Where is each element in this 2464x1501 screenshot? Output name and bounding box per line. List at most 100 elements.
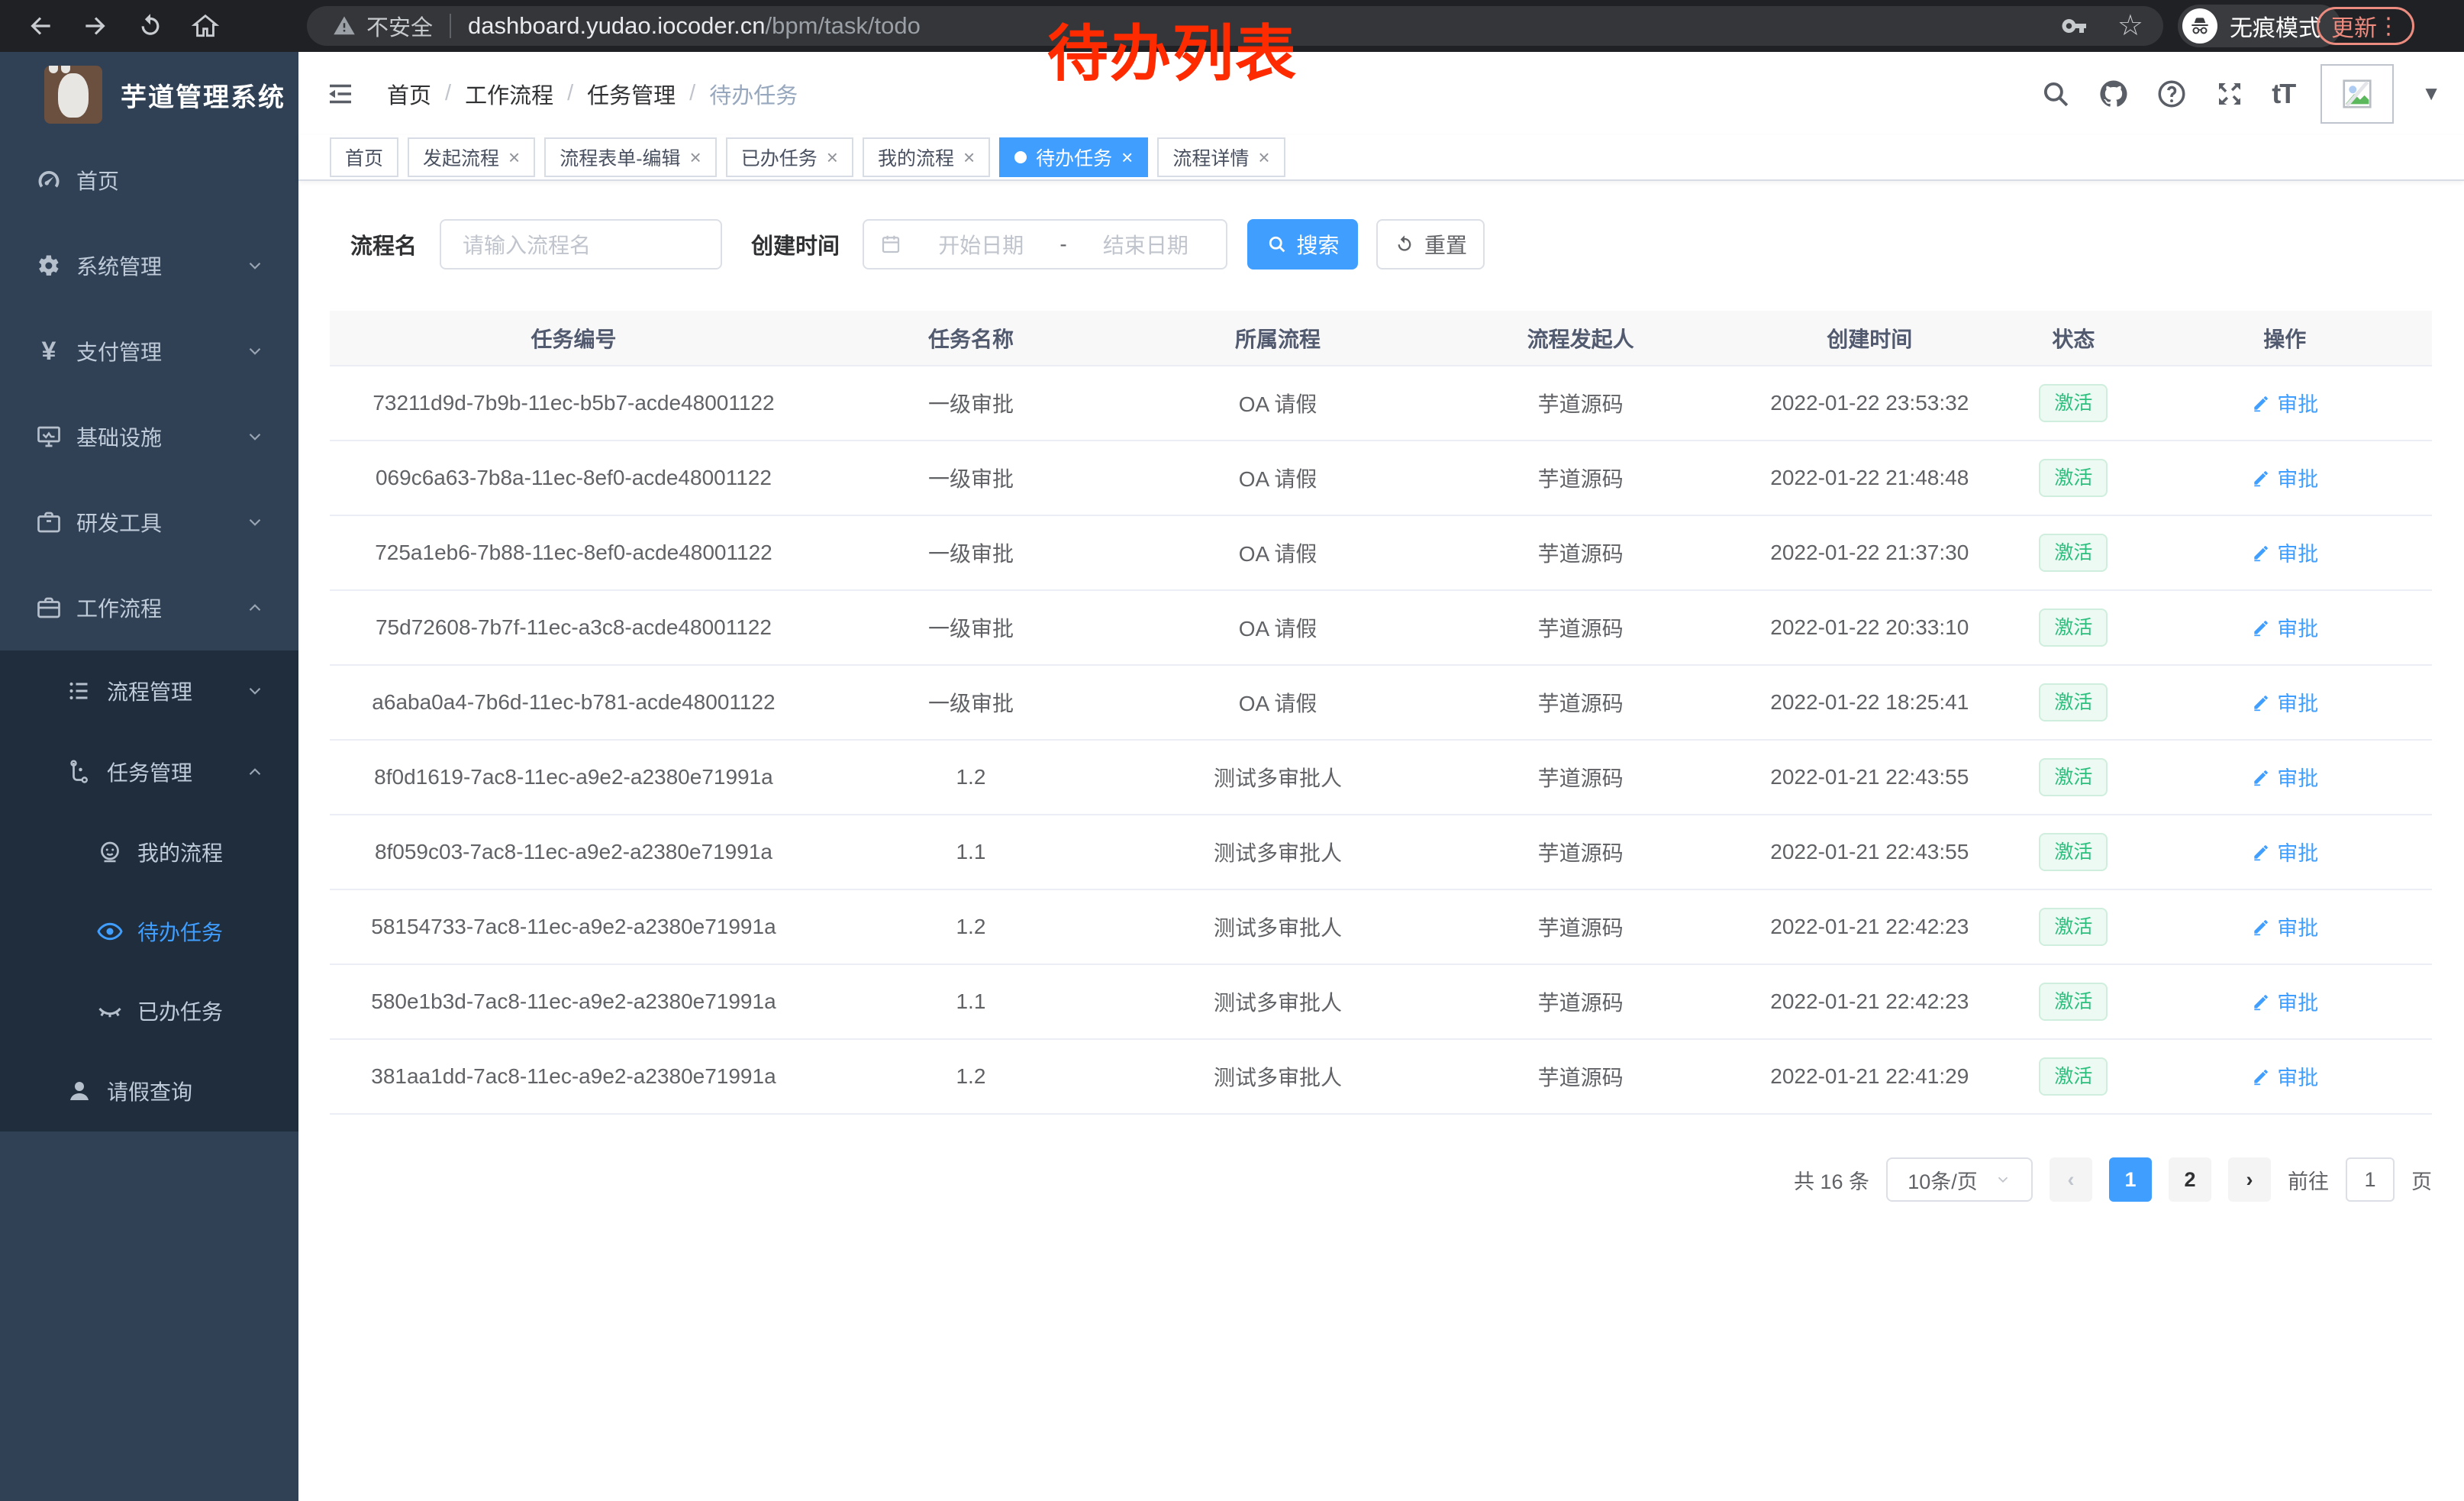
end-date-placeholder[interactable]: 结束日期	[1081, 229, 1211, 260]
sidebar-item-home[interactable]: 首页	[0, 137, 298, 223]
approve-button[interactable]: 审批	[2251, 612, 2318, 642]
cell-actions: 审批	[2137, 366, 2432, 441]
cell-process: 测试多审批人	[1124, 964, 1431, 1039]
text-size-icon[interactable]: tT	[2272, 78, 2295, 110]
password-key-icon[interactable]	[2061, 12, 2088, 40]
sidebar-item-dev-tools[interactable]: 研发工具	[0, 479, 298, 565]
cell-task-name: 1.2	[818, 1039, 1124, 1114]
home-icon[interactable]	[191, 11, 220, 40]
edit-pen-icon	[2251, 468, 2271, 488]
page-button-1[interactable]: 1	[2109, 1157, 2152, 1202]
cell-actions: 审批	[2137, 815, 2432, 889]
close-icon[interactable]: ×	[1121, 146, 1133, 169]
forward-icon[interactable]	[81, 11, 110, 40]
tab-todo-task[interactable]: 待办任务×	[999, 137, 1148, 177]
sidebar-item-pay[interactable]: ¥ 支付管理	[0, 308, 298, 394]
status-badge: 激活	[2039, 833, 2108, 871]
approve-button[interactable]: 审批	[2251, 1061, 2318, 1091]
date-range-input[interactable]: 开始日期 - 结束日期	[863, 219, 1227, 270]
status-badge: 激活	[2039, 459, 2108, 497]
cell-task-name: 一级审批	[818, 366, 1124, 441]
sidebar-item-task-mgmt[interactable]: 任务管理	[0, 731, 298, 812]
tab-process-detail[interactable]: 流程详情×	[1157, 137, 1285, 177]
sidebar-item-workflow[interactable]: 工作流程	[0, 565, 298, 650]
fullscreen-icon[interactable]	[2214, 78, 2246, 110]
sidebar-collapse-icon[interactable]	[324, 78, 356, 110]
process-name-label: 流程名	[350, 228, 417, 260]
breadcrumb-task-mgmt[interactable]: 任务管理	[587, 78, 676, 110]
create-time-label: 创建时间	[751, 228, 840, 260]
close-icon[interactable]: ×	[827, 146, 838, 169]
approve-button[interactable]: 审批	[2251, 837, 2318, 867]
cell-process: 测试多审批人	[1124, 815, 1431, 889]
table-row: 73211d9d-7b9b-11ec-b5b7-acde48001122 一级审…	[330, 366, 2432, 441]
cell-create-time: 2022-01-21 22:43:55	[1730, 740, 2009, 815]
page-size-select[interactable]: 10条/页	[1886, 1157, 2033, 1202]
security-warning-icon[interactable]	[333, 15, 356, 37]
sidebar-item-my-process[interactable]: 我的流程	[0, 812, 298, 892]
sidebar-item-infra[interactable]: 基础设施	[0, 394, 298, 479]
workflow-submenu: 流程管理 任务管理 我的流程 待办任务	[0, 650, 298, 1131]
prev-page-button[interactable]: ‹	[2050, 1157, 2092, 1202]
browser-update-button[interactable]: 更新 ⋮	[2317, 7, 2414, 45]
search-button[interactable]: 搜索	[1247, 219, 1358, 270]
bookmark-star-icon[interactable]: ☆	[2117, 11, 2143, 40]
url-host[interactable]: dashboard.yudao.iocoder.cn	[468, 12, 766, 40]
goto-page-input[interactable]: 1	[2346, 1157, 2395, 1202]
cell-actions: 审批	[2137, 590, 2432, 665]
search-icon	[1266, 234, 1288, 255]
sidebar-item-system[interactable]: 系统管理	[0, 223, 298, 308]
sidebar-item-leave-query[interactable]: 请假查询	[0, 1051, 298, 1131]
tab-done-task[interactable]: 已办任务×	[726, 137, 853, 177]
tab-home[interactable]: 首页	[330, 137, 398, 177]
sidebar-item-label: 任务管理	[107, 757, 192, 787]
next-page-button[interactable]: ›	[2228, 1157, 2271, 1202]
url-path[interactable]: /bpm/task/todo	[766, 12, 921, 40]
tab-my-process[interactable]: 我的流程×	[863, 137, 990, 177]
security-label[interactable]: 不安全	[366, 10, 433, 42]
help-icon[interactable]	[2156, 78, 2188, 110]
tab-start-process[interactable]: 发起流程×	[408, 137, 535, 177]
app-logo-row[interactable]: 芋道管理系统	[0, 52, 298, 137]
browser-menu-icon[interactable]: ⋮	[2377, 13, 2400, 40]
incognito-label: 无痕模式	[2230, 9, 2321, 43]
search-icon[interactable]	[2040, 78, 2072, 110]
reset-button[interactable]: 重置	[1376, 219, 1485, 270]
approve-button[interactable]: 审批	[2251, 687, 2318, 717]
approve-button[interactable]: 审批	[2251, 537, 2318, 567]
approve-button[interactable]: 审批	[2251, 912, 2318, 941]
sidebar-item-todo-task[interactable]: 待办任务	[0, 892, 298, 971]
avatar-caret-icon[interactable]: ▼	[2421, 82, 2441, 105]
status-badge: 激活	[2039, 534, 2108, 572]
approve-button[interactable]: 审批	[2251, 463, 2318, 492]
cell-task-name: 1.1	[818, 815, 1124, 889]
start-date-placeholder[interactable]: 开始日期	[916, 229, 1046, 260]
page-button-2[interactable]: 2	[2169, 1157, 2211, 1202]
approve-button[interactable]: 审批	[2251, 986, 2318, 1016]
cell-status: 激活	[2009, 441, 2137, 515]
cell-status: 激活	[2009, 590, 2137, 665]
back-icon[interactable]	[26, 11, 55, 40]
tab-form-edit[interactable]: 流程表单-编辑×	[544, 137, 717, 177]
todo-task-table: 任务编号 任务名称 所属流程 流程发起人 创建时间 状态 操作 73211d9d…	[330, 311, 2432, 1115]
close-icon[interactable]: ×	[1258, 146, 1269, 169]
approve-button[interactable]: 审批	[2251, 762, 2318, 792]
close-icon[interactable]: ×	[690, 146, 701, 169]
breadcrumb-workflow[interactable]: 工作流程	[465, 78, 553, 110]
process-name-input[interactable]: 请输入流程名	[440, 219, 722, 270]
avatar[interactable]	[2320, 64, 2394, 124]
github-icon[interactable]	[2098, 78, 2130, 110]
sidebar-item-process-mgmt[interactable]: 流程管理	[0, 650, 298, 731]
breadcrumb-home[interactable]: 首页	[387, 78, 431, 110]
close-icon[interactable]: ×	[508, 146, 520, 169]
reload-icon[interactable]	[136, 11, 165, 40]
sidebar-item-done-task[interactable]: 已办任务	[0, 971, 298, 1051]
refresh-icon	[1394, 234, 1415, 255]
branch-node-icon	[66, 758, 93, 786]
cell-process: OA 请假	[1124, 441, 1431, 515]
sidebar: 芋道管理系统 首页 系统管理 ¥ 支付管理 基础设施	[0, 52, 298, 1501]
update-label[interactable]: 更新	[2331, 9, 2377, 43]
cell-process: OA 请假	[1124, 366, 1431, 441]
approve-button[interactable]: 审批	[2251, 388, 2318, 418]
close-icon[interactable]: ×	[963, 146, 975, 169]
